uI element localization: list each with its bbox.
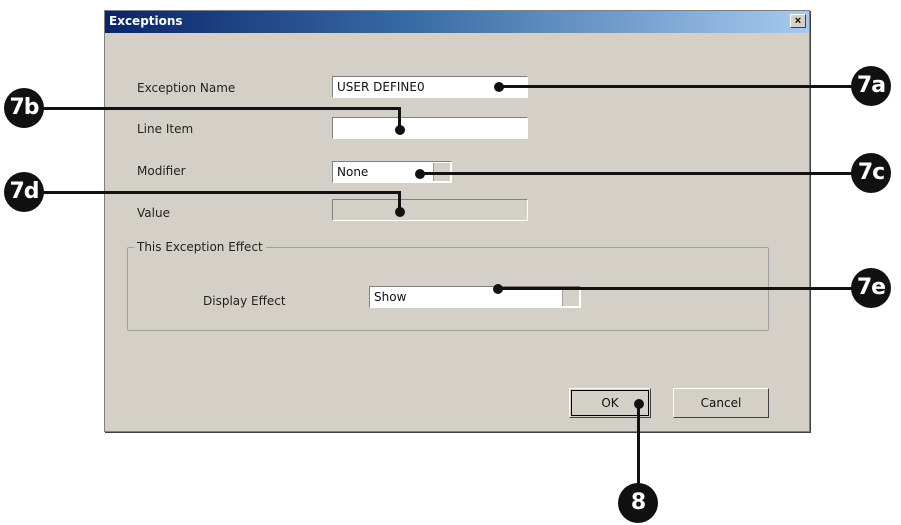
callout-7a-leader (499, 85, 853, 88)
line-item-input[interactable] (332, 117, 528, 139)
cancel-button[interactable]: Cancel (673, 388, 769, 418)
display-effect-dropdown-arrow-icon[interactable] (562, 288, 579, 306)
callout-7e-leader (498, 287, 853, 290)
callout-7b-badge: 7b (4, 88, 44, 128)
value-input[interactable] (332, 199, 528, 221)
callout-7d-leader-horizontal (42, 191, 401, 194)
callout-7c-leader (420, 172, 853, 175)
dialog-title: Exceptions (109, 14, 183, 28)
display-effect-value: Show (374, 290, 407, 304)
callout-7b-anchor (395, 125, 405, 135)
modifier-label: Modifier (137, 164, 186, 178)
exception-effect-group-title: This Exception Effect (134, 240, 266, 254)
callout-7a-badge: 7a (851, 66, 891, 106)
callout-8-badge: 8 (618, 483, 658, 523)
callout-7c-badge: 7c (851, 153, 891, 193)
callout-7d-anchor (395, 207, 405, 217)
close-button[interactable]: × (790, 14, 806, 28)
modifier-value: None (337, 165, 369, 179)
callout-8-leader (637, 404, 640, 488)
exception-name-label: Exception Name (137, 81, 236, 95)
callout-7b-leader-horizontal (42, 107, 401, 110)
callout-7d-badge: 7d (4, 172, 44, 212)
display-effect-label: Display Effect (203, 294, 286, 308)
exceptions-dialog: Exceptions × Exception Name USER DEFINE0… (104, 10, 810, 432)
title-bar[interactable]: Exceptions × (105, 11, 809, 33)
line-item-label: Line Item (137, 122, 194, 136)
value-label: Value (137, 206, 170, 220)
callout-7e-badge: 7e (851, 268, 891, 308)
